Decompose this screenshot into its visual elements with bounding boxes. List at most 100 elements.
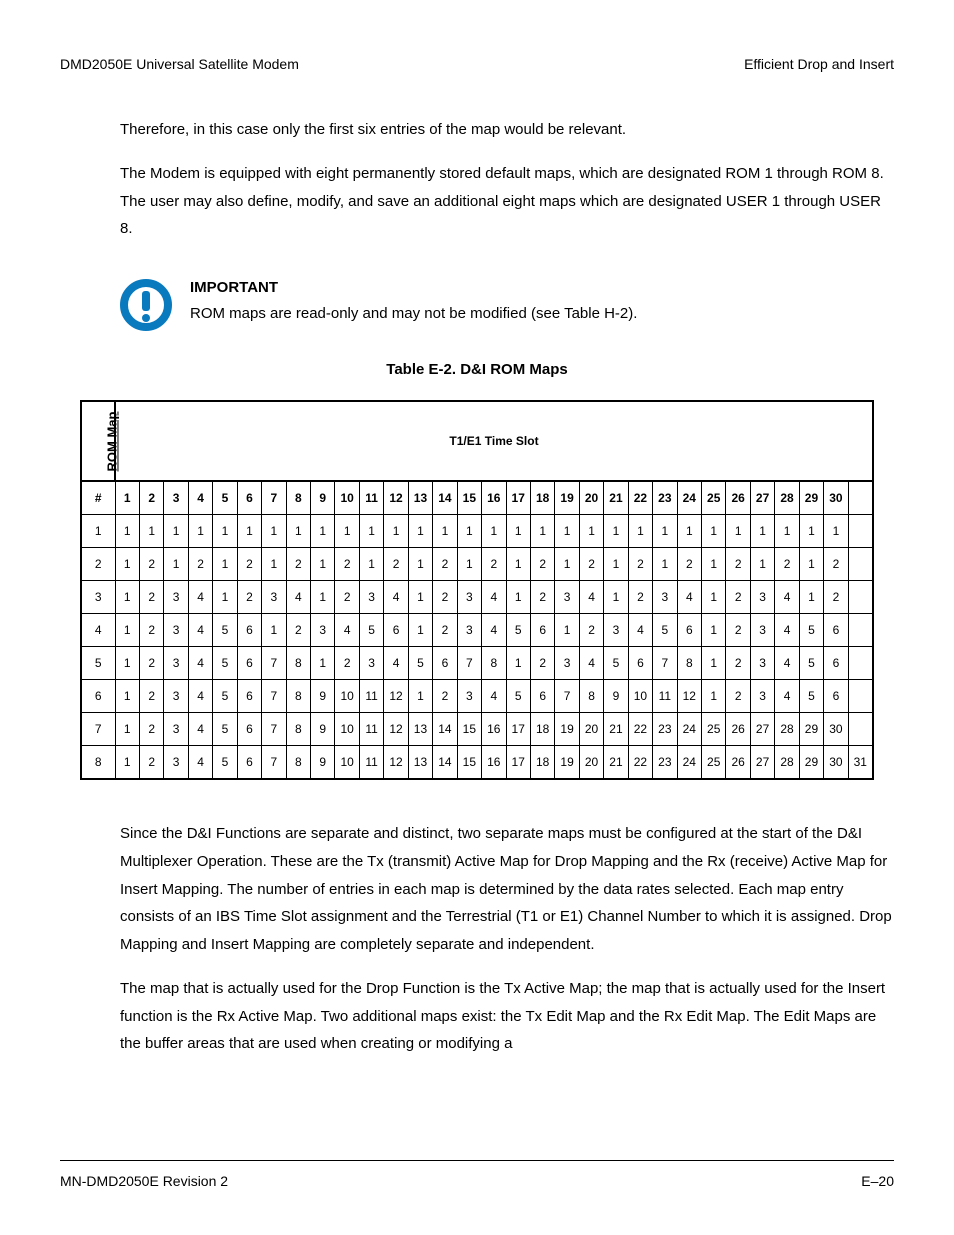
table-cell: 3 (262, 581, 286, 614)
table-cell: 2 (433, 581, 457, 614)
table-row: 8123456789101112131415161718192021222324… (81, 746, 873, 780)
table-cell: 1 (115, 713, 139, 746)
table-cell (848, 548, 873, 581)
table-cell: 1 (750, 515, 774, 548)
table-cell: 1 (555, 614, 579, 647)
table-cell: 2 (579, 614, 603, 647)
table-cell: 1 (408, 581, 432, 614)
table-cell: 1 (750, 548, 774, 581)
table-corner: ROM Map (81, 401, 115, 481)
table-cell: 1 (653, 548, 677, 581)
table-cell: 2 (433, 548, 457, 581)
table-row: 1111111111111111111111111111111 (81, 515, 873, 548)
table-col-header: 28 (775, 481, 799, 515)
table-cell: 19 (555, 713, 579, 746)
table-cell: 5 (359, 614, 383, 647)
table-col-header: 2 (139, 481, 163, 515)
table-cell: 21 (604, 746, 628, 780)
table-cell: 5 (408, 647, 432, 680)
table-cell: 2 (188, 548, 212, 581)
table-cell: 1 (164, 548, 188, 581)
table-cell: 1 (799, 515, 823, 548)
table-cell: 4 (482, 680, 506, 713)
table-cell: 3 (164, 581, 188, 614)
table-cell: 1 (482, 515, 506, 548)
table-cell: 26 (726, 746, 750, 780)
table-col-header: 5 (213, 481, 237, 515)
table-cell: 4 (628, 614, 652, 647)
table-cell: 2 (824, 581, 848, 614)
table-cell: 3 (311, 614, 335, 647)
table-cell: 2 (286, 614, 310, 647)
table-cell: 1 (408, 515, 432, 548)
table-cell: 1 (115, 515, 139, 548)
table-cell: 1 (702, 548, 726, 581)
table-row-num: 4 (81, 614, 115, 647)
table-col-header: 11 (359, 481, 383, 515)
table-cell: 1 (237, 515, 261, 548)
table-cell: 1 (506, 515, 530, 548)
table-cell: 1 (188, 515, 212, 548)
table-row-num: 3 (81, 581, 115, 614)
table-cell: 2 (530, 647, 554, 680)
table-col-header: 14 (433, 481, 457, 515)
table-cell: 1 (457, 548, 481, 581)
table-cell: 27 (750, 746, 774, 780)
table-cell: 24 (677, 746, 701, 780)
table-cell: 10 (335, 680, 359, 713)
table-cell: 6 (628, 647, 652, 680)
table-cell: 1 (213, 581, 237, 614)
table-cell: 3 (750, 581, 774, 614)
table-cell: 2 (139, 680, 163, 713)
table-cell: 11 (359, 746, 383, 780)
table-cell (848, 581, 873, 614)
table-row: 4123456123456123456123456123456 (81, 614, 873, 647)
table-cell: 6 (824, 680, 848, 713)
table-col-header: 17 (506, 481, 530, 515)
important-icon (120, 279, 172, 331)
table-cell: 1 (384, 515, 408, 548)
table-cell: 4 (188, 746, 212, 780)
table-cell: 1 (213, 548, 237, 581)
table-cell: 3 (359, 647, 383, 680)
table-col-header: 13 (408, 481, 432, 515)
table-cell: 1 (115, 614, 139, 647)
table-cell: 2 (775, 548, 799, 581)
table-row-num: 6 (81, 680, 115, 713)
table-cell: 23 (653, 746, 677, 780)
table-cell: 7 (262, 746, 286, 780)
table-cell: 4 (482, 614, 506, 647)
table-cell: 1 (677, 515, 701, 548)
table-cell: 12 (384, 680, 408, 713)
table-cell: 3 (164, 647, 188, 680)
table-cell: 1 (702, 515, 726, 548)
table-cell: 1 (433, 515, 457, 548)
table-cell: 9 (604, 680, 628, 713)
table-cell: 3 (359, 581, 383, 614)
table-cell: 6 (237, 713, 261, 746)
table-caption: Table E-2. D&I ROM Maps (60, 361, 894, 378)
table-cell: 1 (311, 647, 335, 680)
paragraph-3: Since the D&I Functions are separate and… (120, 820, 894, 959)
table-cell: 1 (115, 746, 139, 780)
table-cell: 5 (506, 614, 530, 647)
table-cell: 13 (408, 746, 432, 780)
table-cell: 1 (286, 515, 310, 548)
table-cell: 1 (506, 581, 530, 614)
table-cell: 6 (433, 647, 457, 680)
table-cell: 2 (139, 647, 163, 680)
table-cell: 2 (335, 647, 359, 680)
table-col-header: 19 (555, 481, 579, 515)
table-cell: 1 (408, 614, 432, 647)
table-cell: 2 (824, 548, 848, 581)
table-cell: 30 (824, 746, 848, 780)
table-col-header: 29 (799, 481, 823, 515)
table-cell: 1 (457, 515, 481, 548)
table-cell: 1 (799, 581, 823, 614)
footer-rule (60, 1160, 894, 1161)
table-cell: 2 (139, 614, 163, 647)
table-cell: 3 (457, 614, 481, 647)
table-cell: 1 (335, 515, 359, 548)
table-cell: 6 (237, 647, 261, 680)
table-cell: 2 (726, 614, 750, 647)
